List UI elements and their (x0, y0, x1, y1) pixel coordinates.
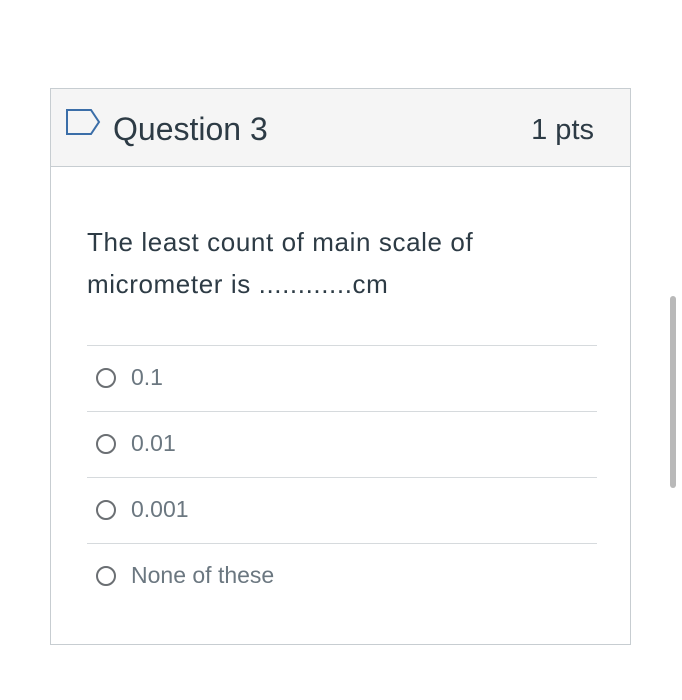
radio-button[interactable] (96, 500, 116, 520)
question-points: 1 pts (531, 114, 594, 146)
answer-label: None of these (131, 562, 275, 588)
question-text: The least count of main scale of microme… (87, 227, 474, 299)
flag-icon[interactable] (65, 108, 101, 136)
answer-label: 0.001 (131, 496, 189, 522)
radio-button[interactable] (96, 434, 116, 454)
radio-button[interactable] (96, 566, 116, 586)
answer-option[interactable]: 0.001 (87, 478, 597, 544)
quiz-page: Question 3 1 pts The least count of main… (0, 0, 682, 700)
question-title: Question 3 (113, 111, 268, 147)
answer-list: 0.1 0.01 0.001 None of these (87, 345, 597, 609)
question-header: Question 3 1 pts (51, 89, 630, 167)
answer-option[interactable]: 0.1 (87, 346, 597, 412)
answer-option[interactable]: 0.01 (87, 412, 597, 478)
answer-label: 0.01 (131, 430, 176, 456)
question-card: Question 3 1 pts The least count of main… (50, 88, 631, 645)
scrollbar[interactable] (670, 296, 676, 488)
answer-label: 0.1 (131, 364, 163, 390)
answer-option[interactable]: None of these (87, 544, 597, 609)
radio-button[interactable] (96, 368, 116, 388)
